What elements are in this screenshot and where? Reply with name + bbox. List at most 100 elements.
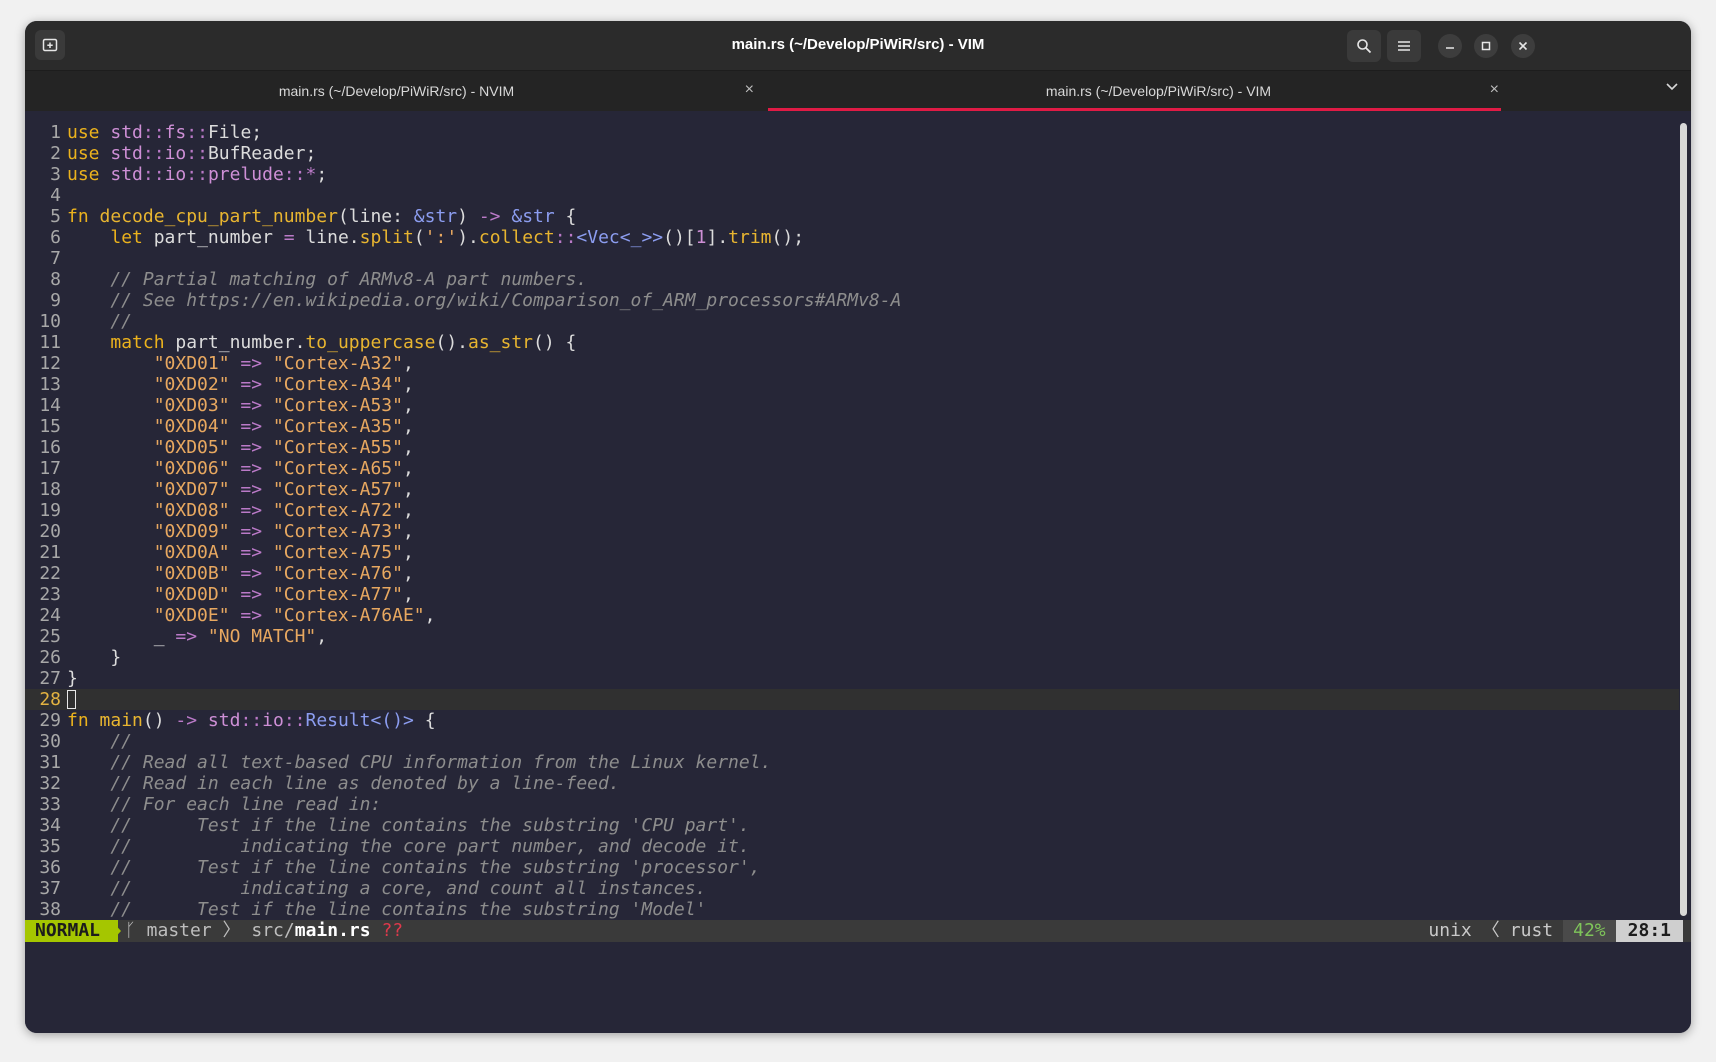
code-line[interactable]: 3 use std::io::prelude::*; [25, 164, 1679, 185]
tab-overflow-button[interactable] [1665, 79, 1679, 98]
code-token: :: [142, 164, 165, 185]
tab-close-icon[interactable]: × [1490, 81, 1499, 99]
code-token: , [402, 563, 414, 584]
code-line[interactable]: 4 [25, 185, 1679, 206]
code-token: // [67, 731, 133, 752]
line-number: 26 [39, 647, 61, 668]
code-token: { [554, 206, 577, 227]
code-token: => [229, 458, 263, 479]
code-line[interactable]: 27} [25, 668, 1679, 689]
code-line[interactable]: 15 "0XD04" => "Cortex-A35", [25, 416, 1679, 437]
minimize-button[interactable] [1438, 34, 1462, 58]
code-token: to_uppercase [305, 332, 436, 353]
code-line[interactable]: 20 "0XD09" => "Cortex-A73", [25, 521, 1679, 542]
code-token: // See https://en.wikipedia.org/wiki/Com… [67, 290, 902, 311]
code-line[interactable]: 33 // For each line read in: [25, 794, 1679, 815]
line-number: 13 [39, 374, 61, 395]
code-line[interactable]: 7 [25, 248, 1679, 269]
line-number: 20 [39, 521, 61, 542]
code-token: ':' [424, 227, 458, 248]
scrollbar[interactable] [1680, 123, 1687, 916]
code-token: "0XD06" [153, 458, 230, 479]
code-token: // indicating the core part number, and … [67, 836, 750, 857]
code-token: , [402, 479, 414, 500]
title-bar: main.rs (~/Develop/PiWiR/src) - VIM [25, 21, 1691, 71]
code-line[interactable]: 26 } [25, 647, 1679, 668]
menu-button[interactable] [1387, 30, 1421, 62]
code-line[interactable]: 38 // Test if the line contains the subs… [25, 899, 1679, 920]
line-number: 24 [39, 605, 61, 626]
code-line[interactable]: 2 use std::io::BufReader; [25, 143, 1679, 164]
tab-nvim[interactable]: main.rs (~/Develop/PiWiR/src) - NVIM × [25, 71, 768, 111]
code-token: -> [175, 710, 198, 731]
code-token: use [67, 164, 111, 185]
code-line[interactable]: 18 "0XD07" => "Cortex-A57", [25, 479, 1679, 500]
code-line[interactable]: 12 "0XD01" => "Cortex-A32", [25, 353, 1679, 374]
tab-close-icon[interactable]: × [745, 81, 754, 99]
line-number: 29 [39, 710, 61, 731]
code-token: "Cortex-A76AE" [262, 605, 425, 626]
code-editor[interactable]: 1 use std::fs::File; 2 use std::io::BufRead… [25, 122, 1679, 920]
code-token: => [229, 521, 263, 542]
code-line[interactable]: 23 "0XD0D" => "Cortex-A77", [25, 584, 1679, 605]
search-button[interactable] [1347, 30, 1381, 62]
code-token: "Cortex-A35" [262, 416, 403, 437]
line-number: 37 [39, 878, 61, 899]
code-line[interactable]: 21 "0XD0A" => "Cortex-A75", [25, 542, 1679, 563]
code-line[interactable]: 29 fn main() -> std::io::Result<()> { [25, 710, 1679, 731]
code-line[interactable]: 5 fn decode_cpu_part_number(line: &str) -… [25, 206, 1679, 227]
git-branch: master [146, 920, 212, 941]
code-token: BufReader; [207, 143, 317, 164]
code-token: = [283, 227, 295, 248]
code-token: // Read all text-based CPU information f… [67, 752, 772, 773]
code-line[interactable]: 37 // indicating a core, and count all i… [25, 878, 1679, 899]
code-line[interactable]: 32 // Read in each line as denoted by a … [25, 773, 1679, 794]
code-line[interactable]: 9 // See https://en.wikipedia.org/wiki/C… [25, 290, 1679, 311]
minimize-icon [1446, 47, 1454, 49]
code-line[interactable]: 22 "0XD0B" => "Cortex-A76", [25, 563, 1679, 584]
code-line[interactable]: 1 use std::fs::File; [25, 122, 1679, 143]
code-line[interactable]: 13 "0XD02" => "Cortex-A34", [25, 374, 1679, 395]
code-token: _ [67, 626, 176, 647]
code-line[interactable]: 30 // [25, 731, 1679, 752]
code-token: fn [67, 710, 100, 731]
code-line[interactable]: 31 // Read all text-based CPU informatio… [25, 752, 1679, 773]
code-line[interactable]: 24 "0XD0E" => "Cortex-A76AE", [25, 605, 1679, 626]
search-icon [1357, 39, 1372, 54]
line-number: 16 [39, 437, 61, 458]
code-line[interactable]: 25 _ => "NO MATCH", [25, 626, 1679, 647]
line-number: 22 [39, 563, 61, 584]
code-line[interactable]: 6 let part_number = line.split(':').coll… [25, 227, 1679, 248]
code-line[interactable]: 19 "0XD08" => "Cortex-A72", [25, 500, 1679, 521]
code-line[interactable]: 14 "0XD03" => "Cortex-A53", [25, 395, 1679, 416]
code-line[interactable]: 11 match part_number.to_uppercase().as_s… [25, 332, 1679, 353]
code-token: (line: [337, 206, 414, 227]
code-token: => [229, 353, 263, 374]
line-number: 36 [39, 857, 61, 878]
code-line[interactable]: 16 "0XD05" => "Cortex-A55", [25, 437, 1679, 458]
code-token: part_number [153, 227, 284, 248]
line-number: 3 [50, 164, 61, 185]
code-line[interactable]: 17 "0XD06" => "Cortex-A65", [25, 458, 1679, 479]
line-number: 33 [39, 794, 61, 815]
code-line[interactable]: 8 // Partial matching of ARMv8-A part nu… [25, 269, 1679, 290]
code-line[interactable]: 10 // [25, 311, 1679, 332]
code-token: let [110, 227, 154, 248]
text-cursor [67, 690, 76, 709]
terminal-view[interactable]: 1 use std::fs::File; 2 use std::io::BufRead… [25, 111, 1691, 1033]
tab-vim[interactable]: main.rs (~/Develop/PiWiR/src) - VIM × [768, 71, 1549, 111]
line-number: 32 [39, 773, 61, 794]
code-line[interactable]: 36 // Test if the line contains the subs… [25, 857, 1679, 878]
code-token: std [110, 122, 143, 143]
code-token: // Test if the line contains the substri… [67, 857, 761, 878]
maximize-icon [1481, 41, 1491, 51]
close-window-button[interactable] [1511, 34, 1535, 58]
code-line[interactable]: 35 // indicating the core part number, a… [25, 836, 1679, 857]
maximize-button[interactable] [1474, 34, 1498, 58]
code-token: (). [435, 332, 468, 353]
code-token: use [67, 122, 111, 143]
code-line[interactable]: 28 [25, 689, 1679, 710]
code-line[interactable]: 34 // Test if the line contains the subs… [25, 815, 1679, 836]
